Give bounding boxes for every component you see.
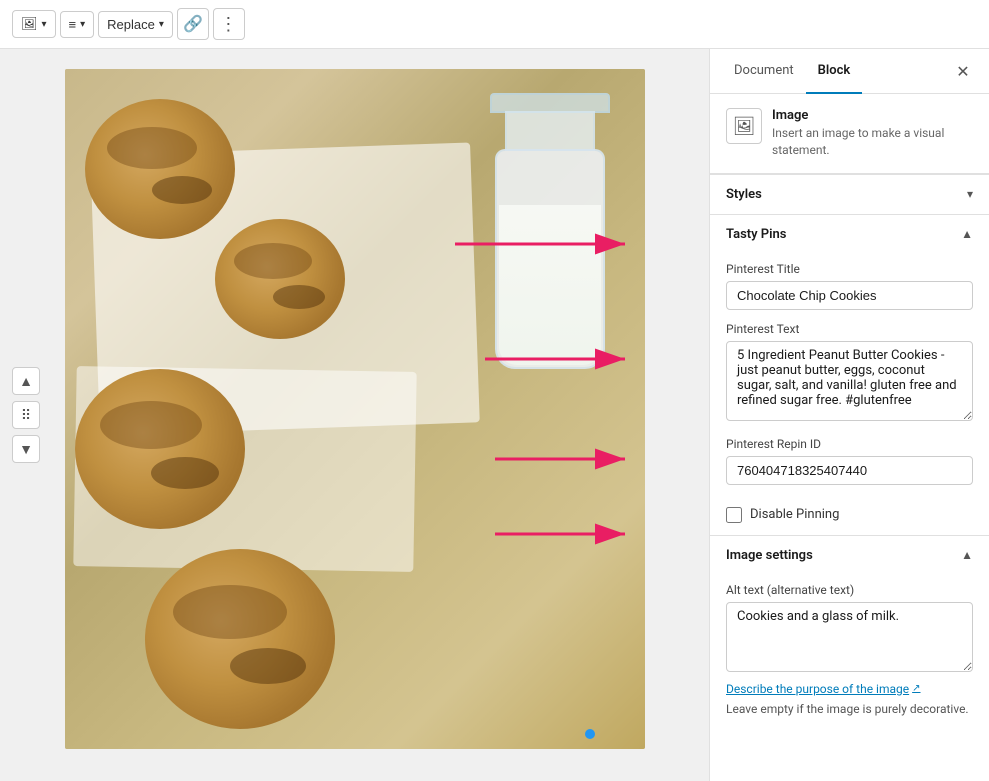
right-panel: Document Block ✕ 🖼 Image Insert an image…: [709, 49, 989, 781]
cookie-3: [75, 369, 245, 529]
editor-toolbar: 🖼 ▾ ≡ ▾ Replace ▾ 🔗 ⋮: [0, 0, 989, 49]
pinterest-title-label: Pinterest Title: [726, 262, 973, 276]
replace-chevron: ▾: [159, 19, 164, 30]
image-settings-title: Image settings: [726, 548, 813, 563]
external-link-icon: ↗: [912, 683, 920, 694]
block-type-desc: Insert an image to make a visual stateme…: [772, 125, 973, 159]
styles-toggle-icon: ▾: [967, 187, 973, 201]
block-tab[interactable]: Block: [806, 49, 863, 94]
jar-body: [495, 149, 605, 369]
styles-section-header[interactable]: Styles ▾: [710, 174, 989, 214]
decorative-note: Leave empty if the image is purely decor…: [726, 701, 973, 718]
align-chevron: ▾: [80, 19, 85, 30]
block-info-text: Image Insert an image to make a visual s…: [772, 108, 973, 159]
describe-image-link[interactable]: Describe the purpose of the image ↗: [726, 682, 921, 696]
tasty-pins-section-title: Tasty Pins: [726, 227, 786, 242]
pinterest-text-field-group: Pinterest Text 5 Ingredient Peanut Butte…: [726, 322, 973, 425]
pinterest-text-textarea[interactable]: 5 Ingredient Peanut Butter Cookies - jus…: [726, 341, 973, 421]
cookie-1: [85, 99, 235, 239]
block-type-title: Image: [772, 108, 973, 123]
dot-indicator: [585, 729, 595, 739]
disable-pinning-label: Disable Pinning: [750, 507, 839, 522]
pinterest-repin-input[interactable]: [726, 456, 973, 485]
align-icon: ≡: [69, 17, 77, 32]
tasty-pins-section-header[interactable]: Tasty Pins ▲: [710, 214, 989, 254]
align-button[interactable]: ≡ ▾: [60, 11, 95, 38]
image-canvas: [65, 69, 645, 749]
image-format-chevron: ▾: [42, 19, 47, 30]
panel-tabs: Document Block ✕: [710, 49, 989, 94]
jar-neck: [505, 111, 595, 151]
milk-jar: [485, 89, 615, 369]
jar-milk: [499, 205, 601, 365]
drag-handle-button[interactable]: ⠿: [12, 401, 40, 429]
panel-close-button[interactable]: ✕: [949, 57, 977, 85]
disable-pinning-checkbox[interactable]: [726, 507, 742, 523]
pinterest-repin-field-group: Pinterest Repin ID: [726, 437, 973, 485]
block-icon: 🖼: [726, 108, 762, 144]
pinterest-repin-label: Pinterest Repin ID: [726, 437, 973, 451]
image-settings-form: Alt text (alternative text) Cookies and …: [710, 575, 989, 732]
image-settings-toggle-icon: ▲: [961, 548, 973, 562]
link-button[interactable]: 🔗: [177, 8, 209, 40]
editor-panel: ▲ ⠿ ▼: [0, 49, 709, 781]
cookie-2: [215, 219, 345, 339]
move-down-button[interactable]: ▼: [12, 435, 40, 463]
cookie-image: [65, 69, 645, 749]
replace-button[interactable]: Replace ▾: [98, 11, 173, 38]
editor-controls: ▲ ⠿ ▼: [12, 367, 40, 463]
cookie-4: [145, 549, 335, 729]
describe-link-text: Describe the purpose of the image: [726, 682, 909, 696]
link-icon: 🔗: [183, 14, 203, 34]
disable-pinning-row: Disable Pinning: [710, 499, 989, 535]
pinterest-text-label: Pinterest Text: [726, 322, 973, 336]
more-options-button[interactable]: ⋮: [213, 8, 245, 40]
block-image-icon: 🖼: [733, 116, 756, 137]
image-settings-section-header[interactable]: Image settings ▲: [710, 535, 989, 575]
alt-text-label: Alt text (alternative text): [726, 583, 973, 597]
alt-text-textarea[interactable]: Cookies and a glass of milk.: [726, 602, 973, 672]
tasty-pins-toggle-icon: ▲: [961, 227, 973, 241]
pinterest-title-field-group: Pinterest Title: [726, 262, 973, 310]
document-tab[interactable]: Document: [722, 49, 806, 94]
move-up-button[interactable]: ▲: [12, 367, 40, 395]
more-icon: ⋮: [219, 14, 238, 35]
pinterest-title-input[interactable]: [726, 281, 973, 310]
block-info: 🖼 Image Insert an image to make a visual…: [710, 94, 989, 174]
jar-rim: [490, 93, 610, 113]
main-content: ▲ ⠿ ▼: [0, 49, 989, 781]
tasty-pins-form: Pinterest Title Pinterest Text 5 Ingredi…: [710, 254, 989, 499]
replace-label: Replace: [107, 17, 155, 32]
styles-section-title: Styles: [726, 187, 762, 202]
image-icon: 🖼: [21, 16, 38, 32]
image-format-button[interactable]: 🖼 ▾: [12, 10, 56, 38]
